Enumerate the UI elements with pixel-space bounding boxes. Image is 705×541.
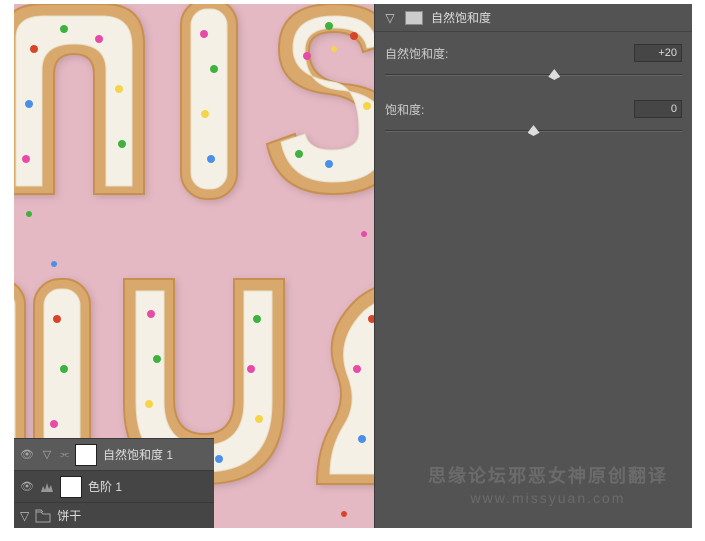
levels-icon bbox=[40, 480, 54, 494]
saturation-value-input[interactable]: 0 bbox=[634, 100, 682, 118]
properties-title: 自然饱和度 bbox=[431, 9, 491, 26]
layer-group-row[interactable]: ▽ 饼干 bbox=[14, 502, 214, 528]
canvas-area[interactable]: 👁 ▽ ⫘ 自然饱和度 1 👁 色阶 1 ▽ 饼干 bbox=[14, 4, 374, 528]
slider-thumb[interactable] bbox=[548, 69, 560, 80]
layer-mask-thumb[interactable] bbox=[75, 444, 97, 466]
layer-row-vibrance[interactable]: 👁 ▽ ⫘ 自然饱和度 1 bbox=[14, 438, 214, 470]
slider-thumb[interactable] bbox=[528, 125, 540, 136]
link-icon: ⫘ bbox=[60, 449, 69, 460]
watermark-text-2: www.missyuan.com bbox=[428, 490, 668, 506]
saturation-slider[interactable] bbox=[385, 124, 682, 138]
properties-body: 自然饱和度: +20 饱和度: 0 bbox=[375, 32, 692, 168]
vibrance-slider-group: 自然饱和度: +20 bbox=[385, 44, 682, 82]
layer-name-label: 色阶 1 bbox=[88, 478, 122, 495]
app-frame: 👁 ▽ ⫘ 自然饱和度 1 👁 色阶 1 ▽ 饼干 ▽ 自然 bbox=[14, 4, 692, 528]
properties-panel: ▽ 自然饱和度 自然饱和度: +20 饱和度: 0 bbox=[374, 4, 692, 528]
folder-icon bbox=[35, 509, 51, 523]
vibrance-slider[interactable] bbox=[385, 68, 682, 82]
saturation-label: 饱和度: bbox=[385, 101, 424, 118]
layer-name-label: 自然饱和度 1 bbox=[103, 446, 173, 463]
saturation-slider-group: 饱和度: 0 bbox=[385, 100, 682, 138]
properties-header: ▽ 自然饱和度 bbox=[375, 4, 692, 32]
disclosure-icon[interactable]: ▽ bbox=[20, 509, 29, 523]
disclosure-icon[interactable]: ▽ bbox=[40, 448, 54, 462]
adjustment-type-icon bbox=[405, 11, 423, 25]
layer-row-levels[interactable]: 👁 色阶 1 bbox=[14, 470, 214, 502]
group-name-label: 饼干 bbox=[57, 507, 81, 524]
disclosure-icon[interactable]: ▽ bbox=[383, 11, 397, 25]
visibility-icon[interactable]: 👁 bbox=[20, 480, 34, 494]
layers-panel: 👁 ▽ ⫘ 自然饱和度 1 👁 色阶 1 ▽ 饼干 bbox=[14, 438, 214, 528]
vibrance-label: 自然饱和度: bbox=[385, 45, 448, 62]
watermark: 思缘论坛邪恶女神原创翻译 www.missyuan.com bbox=[428, 462, 668, 506]
vibrance-value-input[interactable]: +20 bbox=[634, 44, 682, 62]
watermark-text-1: 思缘论坛邪恶女神原创翻译 bbox=[428, 462, 668, 488]
visibility-icon[interactable]: 👁 bbox=[20, 448, 34, 462]
layer-mask-thumb[interactable] bbox=[60, 476, 82, 498]
